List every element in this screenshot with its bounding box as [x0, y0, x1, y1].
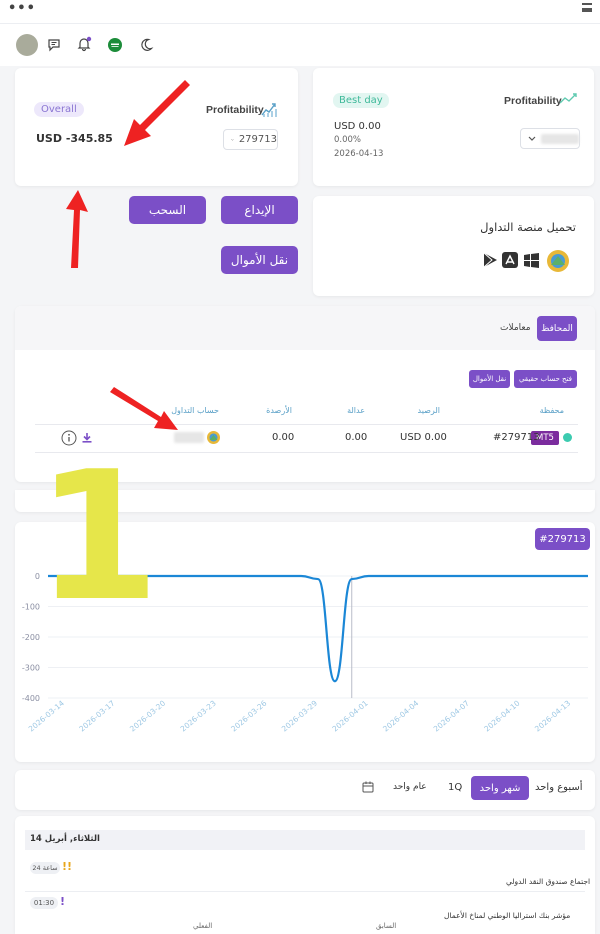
best-day-percent: 0.00%	[334, 135, 362, 145]
col-wallet: محفظة	[539, 406, 564, 415]
overall-profitability-card	[15, 68, 298, 186]
col-trading-account: حساب التداول	[171, 406, 219, 415]
download-icon[interactable]	[81, 432, 93, 443]
chart-x-tick-label: 2026-04-01	[331, 698, 370, 733]
chart-x-tick-label: 2026-03-14	[27, 698, 66, 733]
moon-icon[interactable]	[138, 37, 154, 53]
avatar[interactable]	[16, 34, 38, 56]
top-bar	[0, 0, 600, 24]
importance-icon: !!	[62, 860, 73, 873]
platform-download-card	[313, 196, 594, 296]
event-title: اجتماع صندوق النقد الدولي	[506, 877, 591, 886]
col-previous: السابق	[376, 922, 397, 930]
withdraw-button[interactable]: السحب	[129, 196, 206, 224]
tab-one-week[interactable]: أسبوع واحد	[535, 782, 583, 793]
account-select-value: 279713	[238, 134, 277, 145]
chevron-down-icon	[528, 136, 536, 141]
more-options-icon[interactable]: •••	[8, 1, 36, 16]
status-dot	[563, 433, 572, 442]
wallet-credits: 0.00	[272, 432, 295, 443]
event-time-badge: 24 ساعة	[30, 862, 60, 874]
metatrader-icon-small	[207, 431, 220, 444]
equity-chart: 0 -100 -200 -300 -4002026-03-14 2026-03-17 202…	[22, 572, 588, 734]
table-divider	[35, 424, 578, 425]
profitability-title: Profitability	[206, 104, 264, 116]
hamburger-menu-icon[interactable]	[582, 3, 592, 12]
section-spacer	[15, 490, 595, 512]
tab-one-year[interactable]: عام واحد	[393, 782, 427, 792]
red-arrow-2	[66, 190, 88, 268]
growth-chart-icon	[261, 103, 277, 117]
chart-y-tick-label: 0	[35, 572, 40, 581]
metatrader-icon[interactable]	[545, 248, 571, 274]
event-title: مؤشر بنك استراليا الوطني لمناخ الأعمال	[444, 911, 571, 920]
chart-x-tick-label: 2026-03-20	[128, 698, 167, 733]
transfer-funds-button[interactable]: نقل الأموال	[221, 246, 298, 274]
chart-series-line	[47, 574, 588, 683]
chart-y-tick-label: -400	[22, 694, 40, 703]
best-day-account-select[interactable]	[520, 128, 580, 149]
calendar-icon[interactable]	[362, 781, 374, 793]
tab-transactions[interactable]: معاملات	[500, 323, 531, 333]
best-day-badge: Best day	[333, 93, 389, 108]
chart-y-tick-label: -100	[22, 603, 40, 612]
chart-account-label[interactable]: #279713	[535, 528, 590, 550]
appstore-icon[interactable]	[502, 252, 518, 268]
importance-icon: !	[60, 895, 66, 908]
bell-icon[interactable]	[76, 36, 92, 52]
col-actual: الفعلي	[193, 922, 213, 930]
col-equity: عدالة	[347, 406, 365, 415]
wallet-equity: 0.00	[345, 432, 368, 443]
best-day-amount: USD 0.00	[334, 121, 381, 132]
tab-wallets[interactable]: المحافظ	[537, 316, 577, 341]
tab-one-quarter[interactable]: 1Q	[448, 782, 462, 793]
tab-one-month[interactable]: شهر واحد	[471, 776, 529, 800]
overall-balance: USD -345.85	[36, 132, 113, 145]
account-select[interactable]: 279713	[223, 129, 278, 150]
trend-icon	[559, 93, 577, 104]
col-credits: الأرصدة	[266, 406, 292, 415]
profitability-title-2: Profitability	[504, 95, 562, 107]
saudi-flag-icon[interactable]	[107, 37, 123, 53]
chart-x-tick-label: 2026-04-04	[381, 698, 420, 733]
wallet-balance: USD 0.00	[400, 432, 447, 443]
wallet-account-number: #279713	[493, 432, 540, 443]
chart-x-tick-label: 2026-03-29	[280, 698, 319, 733]
transfer-button-small[interactable]: نقل الأموال	[469, 370, 510, 388]
blurred-trading-account	[174, 432, 204, 443]
event-time-badge: 01:30	[30, 897, 58, 909]
chart-x-tick-label: 2026-03-26	[229, 698, 268, 733]
info-icon[interactable]	[61, 430, 77, 446]
deposit-button[interactable]: الإيداع	[221, 196, 298, 224]
open-real-account-button[interactable]: فتح حساب حقيقي	[514, 370, 577, 388]
blurred-account	[541, 133, 579, 144]
table-divider-bottom	[35, 452, 578, 453]
best-day-date: 2026-04-13	[334, 149, 384, 159]
chevron-down-icon	[231, 138, 234, 141]
chart-x-tick-label: 2026-04-13	[533, 698, 572, 733]
chart-x-tick-label: 2026-03-17	[77, 698, 116, 733]
chart-x-tick-label: 2026-03-23	[179, 698, 218, 733]
chart-y-tick-label: -300	[22, 664, 40, 673]
platform-download-title: تحميل منصة التداول	[480, 220, 576, 234]
event-divider	[25, 891, 585, 892]
googleplay-icon[interactable]	[483, 252, 498, 268]
col-balance: الرصيد	[417, 406, 440, 415]
calendar-day-header	[25, 830, 585, 850]
chart-y-tick-label: -200	[22, 633, 40, 642]
windows-icon[interactable]	[523, 252, 540, 269]
chart-x-tick-label: 2026-04-07	[432, 698, 471, 733]
overall-badge: Overall	[34, 102, 84, 117]
chat-icon[interactable]	[46, 37, 62, 53]
chart-x-tick-label: 2026-04-10	[482, 698, 521, 733]
calendar-day-label: الثلاثاء, أبريل 14	[30, 834, 100, 844]
